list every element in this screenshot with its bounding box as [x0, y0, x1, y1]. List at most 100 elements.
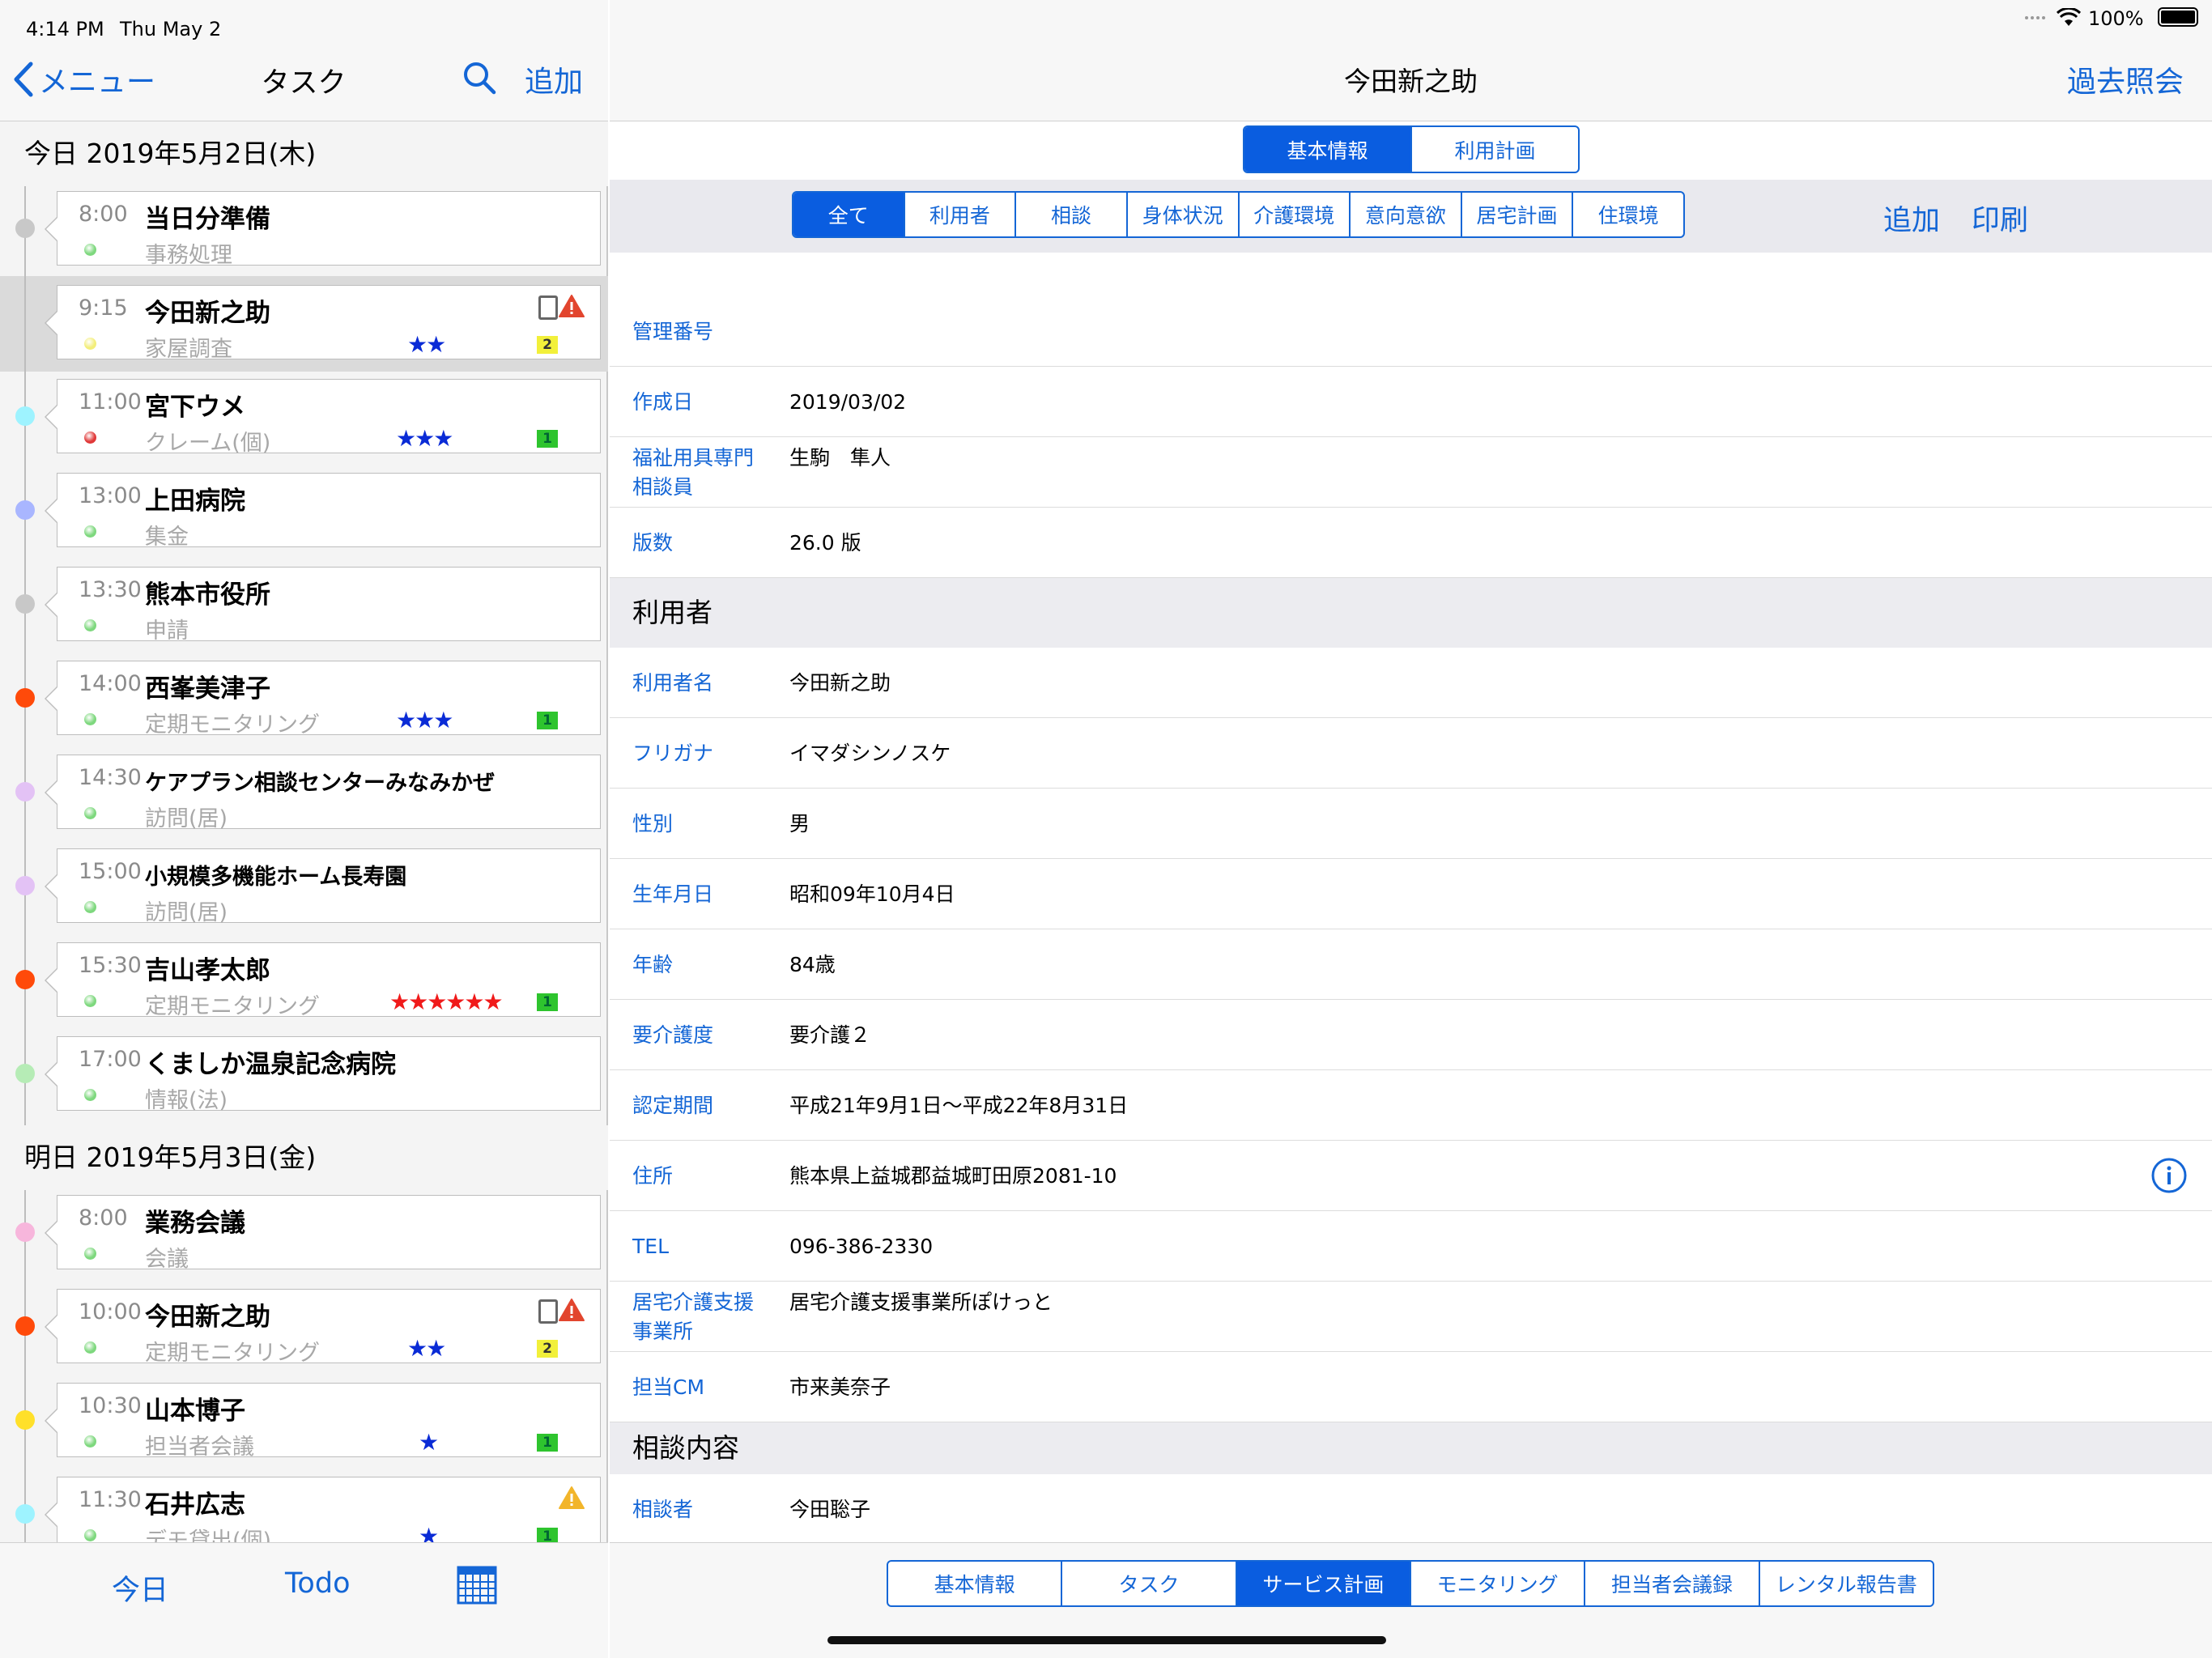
- count-badge: 1: [537, 993, 558, 1011]
- task-tab-bar: 今日 Todo: [0, 1542, 608, 1658]
- field-value: 84歳: [789, 952, 836, 976]
- detail-table[interactable]: 管理番号 作成日 2019/03/02 福祉用具専門 相談員 生駒 隼人 版数 26.0 版…: [610, 253, 2212, 1542]
- task-time: 9:15: [79, 295, 128, 321]
- info-icon[interactable]: [2150, 1157, 2188, 1197]
- timeline-dot: [15, 1064, 35, 1083]
- section-tab-3[interactable]: モニタリング: [1411, 1562, 1586, 1605]
- task-time: 11:00: [79, 389, 142, 414]
- card-pointer: [45, 780, 58, 806]
- field-value: 096-386-2330: [789, 1234, 934, 1258]
- history-button[interactable]: 過去照会: [2067, 58, 2184, 100]
- task-name: ケアプラン相談センターみなみかぜ: [145, 771, 495, 796]
- category-filter-control[interactable]: 全て 利用者 相談 身体状況 介護環境 意向意欲 居宅計画 住環境: [792, 191, 1685, 238]
- field-label: 生年月日: [632, 882, 714, 906]
- filter-segment-4[interactable]: 介護環境: [1240, 193, 1351, 236]
- task-card[interactable]: 8:00 業務会議 会議: [45, 1195, 601, 1272]
- search-button[interactable]: [462, 60, 497, 96]
- task-card[interactable]: 10:00 今田新之助 定期モニタリング ★★ 2: [45, 1289, 601, 1366]
- field-label: 管理番号: [632, 319, 714, 343]
- field-value: 26.0 版: [789, 530, 861, 555]
- field-value: 今田新之助: [789, 670, 891, 695]
- section-tab-2[interactable]: サービス計画: [1236, 1562, 1411, 1605]
- warning-icon: [558, 1486, 585, 1516]
- task-card[interactable]: 14:30 ケアプラン相談センターみなみかぜ 訪問(居): [45, 755, 601, 831]
- print-button[interactable]: 印刷: [1972, 198, 2028, 239]
- section-tab-5[interactable]: レンタル報告書: [1760, 1562, 1933, 1605]
- filter-segment-3[interactable]: 身体状況: [1128, 193, 1240, 236]
- status-indicator: [84, 338, 96, 350]
- status-indicator: [84, 995, 96, 1007]
- priority-stars: ★★★★★★: [389, 988, 504, 1015]
- task-card[interactable]: 15:30 吉山孝太郎 定期モニタリング ★★★★★★ 1: [45, 942, 601, 1019]
- field-label: 担当CM: [632, 1375, 705, 1399]
- filter-segment-5[interactable]: 意向意欲: [1351, 193, 1462, 236]
- task-name: 当日分準備: [145, 205, 270, 234]
- section-segmented-control[interactable]: 基本情報 タスク サービス計画 モニタリング 担当者会議録 レンタル報告書: [887, 1560, 1934, 1607]
- status-indicator: [84, 807, 96, 819]
- filter-segment-1[interactable]: 利用者: [905, 193, 1017, 236]
- detail-row: 作成日 2019/03/02: [610, 367, 2212, 437]
- task-nav-bar: 4:14 PM Thu May 2 メニュー タスク 追加: [0, 0, 608, 121]
- section-tab-0[interactable]: 基本情報: [888, 1562, 1063, 1605]
- task-card[interactable]: 11:00 宮下ウメ クレーム(個) ★★★ 1: [45, 379, 601, 456]
- back-chevron-icon: [14, 62, 33, 97]
- timeline-dot: [15, 688, 35, 708]
- task-card[interactable]: 10:30 山本博子 担当者会議 ★ 1: [45, 1383, 601, 1460]
- task-list[interactable]: 今日 2019年5月2日(木) 8:00 当日分準備 事務処理 9:15 今田新之助 家屋調…: [0, 121, 608, 1542]
- card-pointer: [45, 592, 58, 618]
- task-card[interactable]: 9:15 今田新之助 家屋調査 ★★ 2: [45, 285, 601, 362]
- task-category: 申請: [145, 619, 189, 644]
- detail-row: 認定期間 平成21年9月1日～平成22年8月31日: [610, 1070, 2212, 1141]
- home-indicator: [827, 1636, 1386, 1644]
- task-card[interactable]: 13:00 上田病院 集金: [45, 473, 601, 550]
- task-time: 14:00: [79, 671, 142, 696]
- section-tab-1[interactable]: タスク: [1062, 1562, 1237, 1605]
- view-segmented-control[interactable]: 基本情報 利用計画: [1243, 125, 1580, 173]
- filter-segment-7[interactable]: 住環境: [1573, 193, 1683, 236]
- task-card[interactable]: 11:30 石井広志 デモ貸出(個) ★ 1: [45, 1477, 601, 1542]
- field-label: 年齢: [632, 952, 674, 976]
- task-time: 17:00: [79, 1047, 142, 1072]
- task-card[interactable]: 15:00 小規模多機能ホーム長寿園 訪問(居): [45, 848, 601, 925]
- app-root: 4:14 PM Thu May 2 メニュー タスク 追加 今日 2019年5月…: [0, 0, 2212, 1658]
- back-button[interactable]: メニュー: [11, 57, 155, 102]
- task-name: 小規模多機能ホーム長寿園: [145, 865, 407, 890]
- filter-segment-0[interactable]: 全て: [793, 193, 905, 236]
- timeline-dot: [15, 500, 35, 520]
- view-segment-1[interactable]: 利用計画: [1412, 127, 1578, 172]
- task-card[interactable]: 14:00 西峯美津子 定期モニタリング ★★★ 1: [45, 661, 601, 738]
- task-card[interactable]: 17:00 くましか温泉記念病院 情報(法): [45, 1036, 601, 1113]
- filter-segment-2[interactable]: 相談: [1016, 193, 1128, 236]
- detail-pane: 100% 今田新之助 過去照会 基本情報 利用計画 全て 利用者 相談 身体状況 介護環境…: [610, 0, 2212, 1658]
- card-pointer: [45, 1314, 58, 1340]
- field-label: 福祉用具専門 相談員: [632, 446, 755, 499]
- priority-stars: ★★: [407, 1335, 446, 1362]
- task-name: 今田新之助: [145, 1303, 270, 1332]
- priority-stars: ★★: [407, 331, 446, 358]
- view-segment-0[interactable]: 基本情報: [1244, 127, 1412, 172]
- status-date: Thu May 2: [120, 18, 222, 40]
- add-record-button[interactable]: 追加: [1883, 198, 1940, 239]
- todo-tab[interactable]: Todo: [285, 1567, 350, 1600]
- task-card[interactable]: 8:00 当日分準備 事務処理: [45, 191, 601, 268]
- section-tab-4[interactable]: 担当者会議録: [1585, 1562, 1760, 1605]
- filter-segment-6[interactable]: 居宅計画: [1462, 193, 1574, 236]
- field-label: 住所: [632, 1163, 674, 1188]
- add-task-button[interactable]: 追加: [525, 58, 583, 100]
- count-badge: 2: [537, 1340, 558, 1358]
- calendar-tab[interactable]: [456, 1563, 498, 1605]
- task-category: 集金: [145, 525, 189, 550]
- card-pointer: [45, 498, 58, 524]
- task-name: 宮下ウメ: [145, 393, 245, 422]
- task-category: クレーム(個): [145, 431, 271, 456]
- detail-row: 管理番号: [610, 296, 2212, 367]
- task-time: 13:00: [79, 483, 142, 508]
- status-indicator: [84, 1341, 96, 1354]
- calendar-icon: [457, 1566, 497, 1605]
- today-tab[interactable]: 今日: [112, 1567, 168, 1609]
- timeline-dot: [15, 782, 35, 801]
- task-card[interactable]: 13:30 熊本市役所 申請: [45, 567, 601, 644]
- detail-row: フリガナ イマダシンノスケ: [610, 718, 2212, 789]
- timeline-line: [24, 1190, 26, 1542]
- task-time: 14:30: [79, 765, 142, 790]
